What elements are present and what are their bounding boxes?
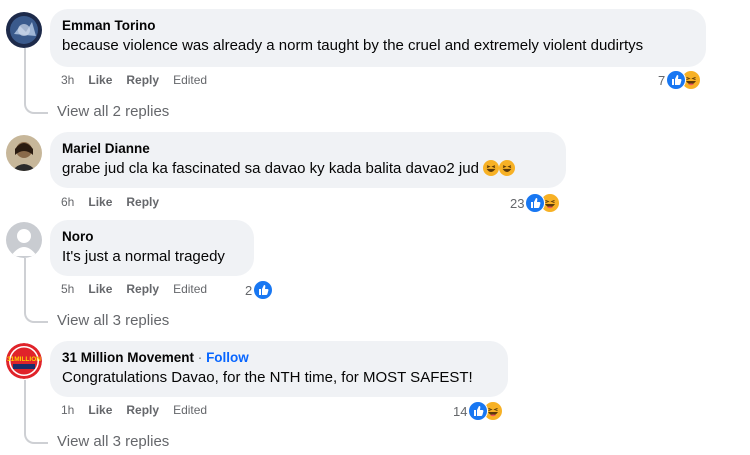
comment-time[interactable]: 3h <box>61 73 74 87</box>
avatar-logo-text: 31MILLION <box>7 356 41 363</box>
haha-emoji <box>499 160 516 182</box>
like-icon <box>468 401 489 421</box>
avatar[interactable] <box>6 12 42 48</box>
reply-button[interactable]: Reply <box>126 195 159 209</box>
comment-bubble: Emman Torino because violence was alread… <box>50 9 706 67</box>
reaction-count: 14 <box>453 403 468 419</box>
comment-actions: 6h Like Reply <box>61 195 173 209</box>
edited-label[interactable]: Edited <box>173 282 207 296</box>
haha-emoji <box>483 160 500 182</box>
comment-actions: 5h Like Reply Edited <box>61 282 221 296</box>
comment-time[interactable]: 5h <box>61 282 74 296</box>
comment-actions: 3h Like Reply Edited <box>61 73 221 87</box>
edited-label[interactable]: Edited <box>173 73 207 87</box>
comment-bubble: Noro It's just a normal tragedy <box>50 220 254 276</box>
like-button[interactable]: Like <box>88 195 112 209</box>
follow-button[interactable]: Follow <box>206 350 249 365</box>
comment-text: because violence was already a norm taug… <box>62 37 644 54</box>
comment-author[interactable]: Mariel Dianne <box>62 140 554 157</box>
reaction-count: 2 <box>245 282 253 298</box>
avatar[interactable]: 31MILLION <box>6 343 42 379</box>
like-button[interactable]: Like <box>88 73 112 87</box>
reply-button[interactable]: Reply <box>126 403 159 417</box>
comment-text: Congratulations Davao, for the NTH time,… <box>62 369 473 386</box>
comment-text: grabe jud cla ka fascinated sa davao ky … <box>62 159 554 182</box>
thread-connector <box>24 380 48 444</box>
avatar[interactable] <box>6 135 42 171</box>
comment-time[interactable]: 6h <box>61 195 74 209</box>
comment-actions: 1h Like Reply Edited <box>61 403 221 417</box>
reaction-summary[interactable]: 2 <box>245 280 274 300</box>
like-icon <box>253 280 274 300</box>
view-replies-link[interactable]: View all 3 replies <box>57 433 169 450</box>
reaction-summary[interactable]: 7 <box>658 70 702 90</box>
comment-bubble: 31 Million Movement · Follow Congratulat… <box>50 341 508 397</box>
reaction-count: 7 <box>658 72 666 88</box>
like-icon <box>525 193 546 213</box>
page-logo-avatar: 31MILLION <box>6 343 42 379</box>
reply-button[interactable]: Reply <box>126 282 159 296</box>
edited-label[interactable]: Edited <box>173 403 207 417</box>
comment-text-body: grabe jud cla ka fascinated sa davao ky … <box>62 160 479 177</box>
avatar-image <box>6 12 42 48</box>
avatar[interactable] <box>6 222 42 258</box>
comment-text: It's just a normal tragedy <box>62 248 225 265</box>
reply-button[interactable]: Reply <box>126 73 159 87</box>
like-icon <box>666 70 687 90</box>
view-replies-link[interactable]: View all 2 replies <box>57 103 169 120</box>
comment-author-row: 31 Million Movement · Follow <box>62 349 496 366</box>
default-avatar-icon <box>6 222 42 258</box>
reaction-summary[interactable]: 14 <box>453 401 504 421</box>
comment-author[interactable]: 31 Million Movement <box>62 350 194 365</box>
comment-author[interactable]: Emman Torino <box>62 17 694 34</box>
avatar-image <box>6 135 42 171</box>
like-button[interactable]: Like <box>88 282 112 296</box>
follow-separator: · <box>197 350 203 365</box>
thread-connector <box>24 48 48 114</box>
like-button[interactable]: Like <box>88 403 112 417</box>
thread-connector <box>24 258 48 323</box>
comment-author[interactable]: Noro <box>62 228 242 245</box>
comment-bubble: Mariel Dianne grabe jud cla ka fascinate… <box>50 132 566 188</box>
reaction-count: 23 <box>510 195 525 211</box>
view-replies-link[interactable]: View all 3 replies <box>57 312 169 329</box>
reaction-summary[interactable]: 23 <box>510 193 561 213</box>
comment-time[interactable]: 1h <box>61 403 74 417</box>
